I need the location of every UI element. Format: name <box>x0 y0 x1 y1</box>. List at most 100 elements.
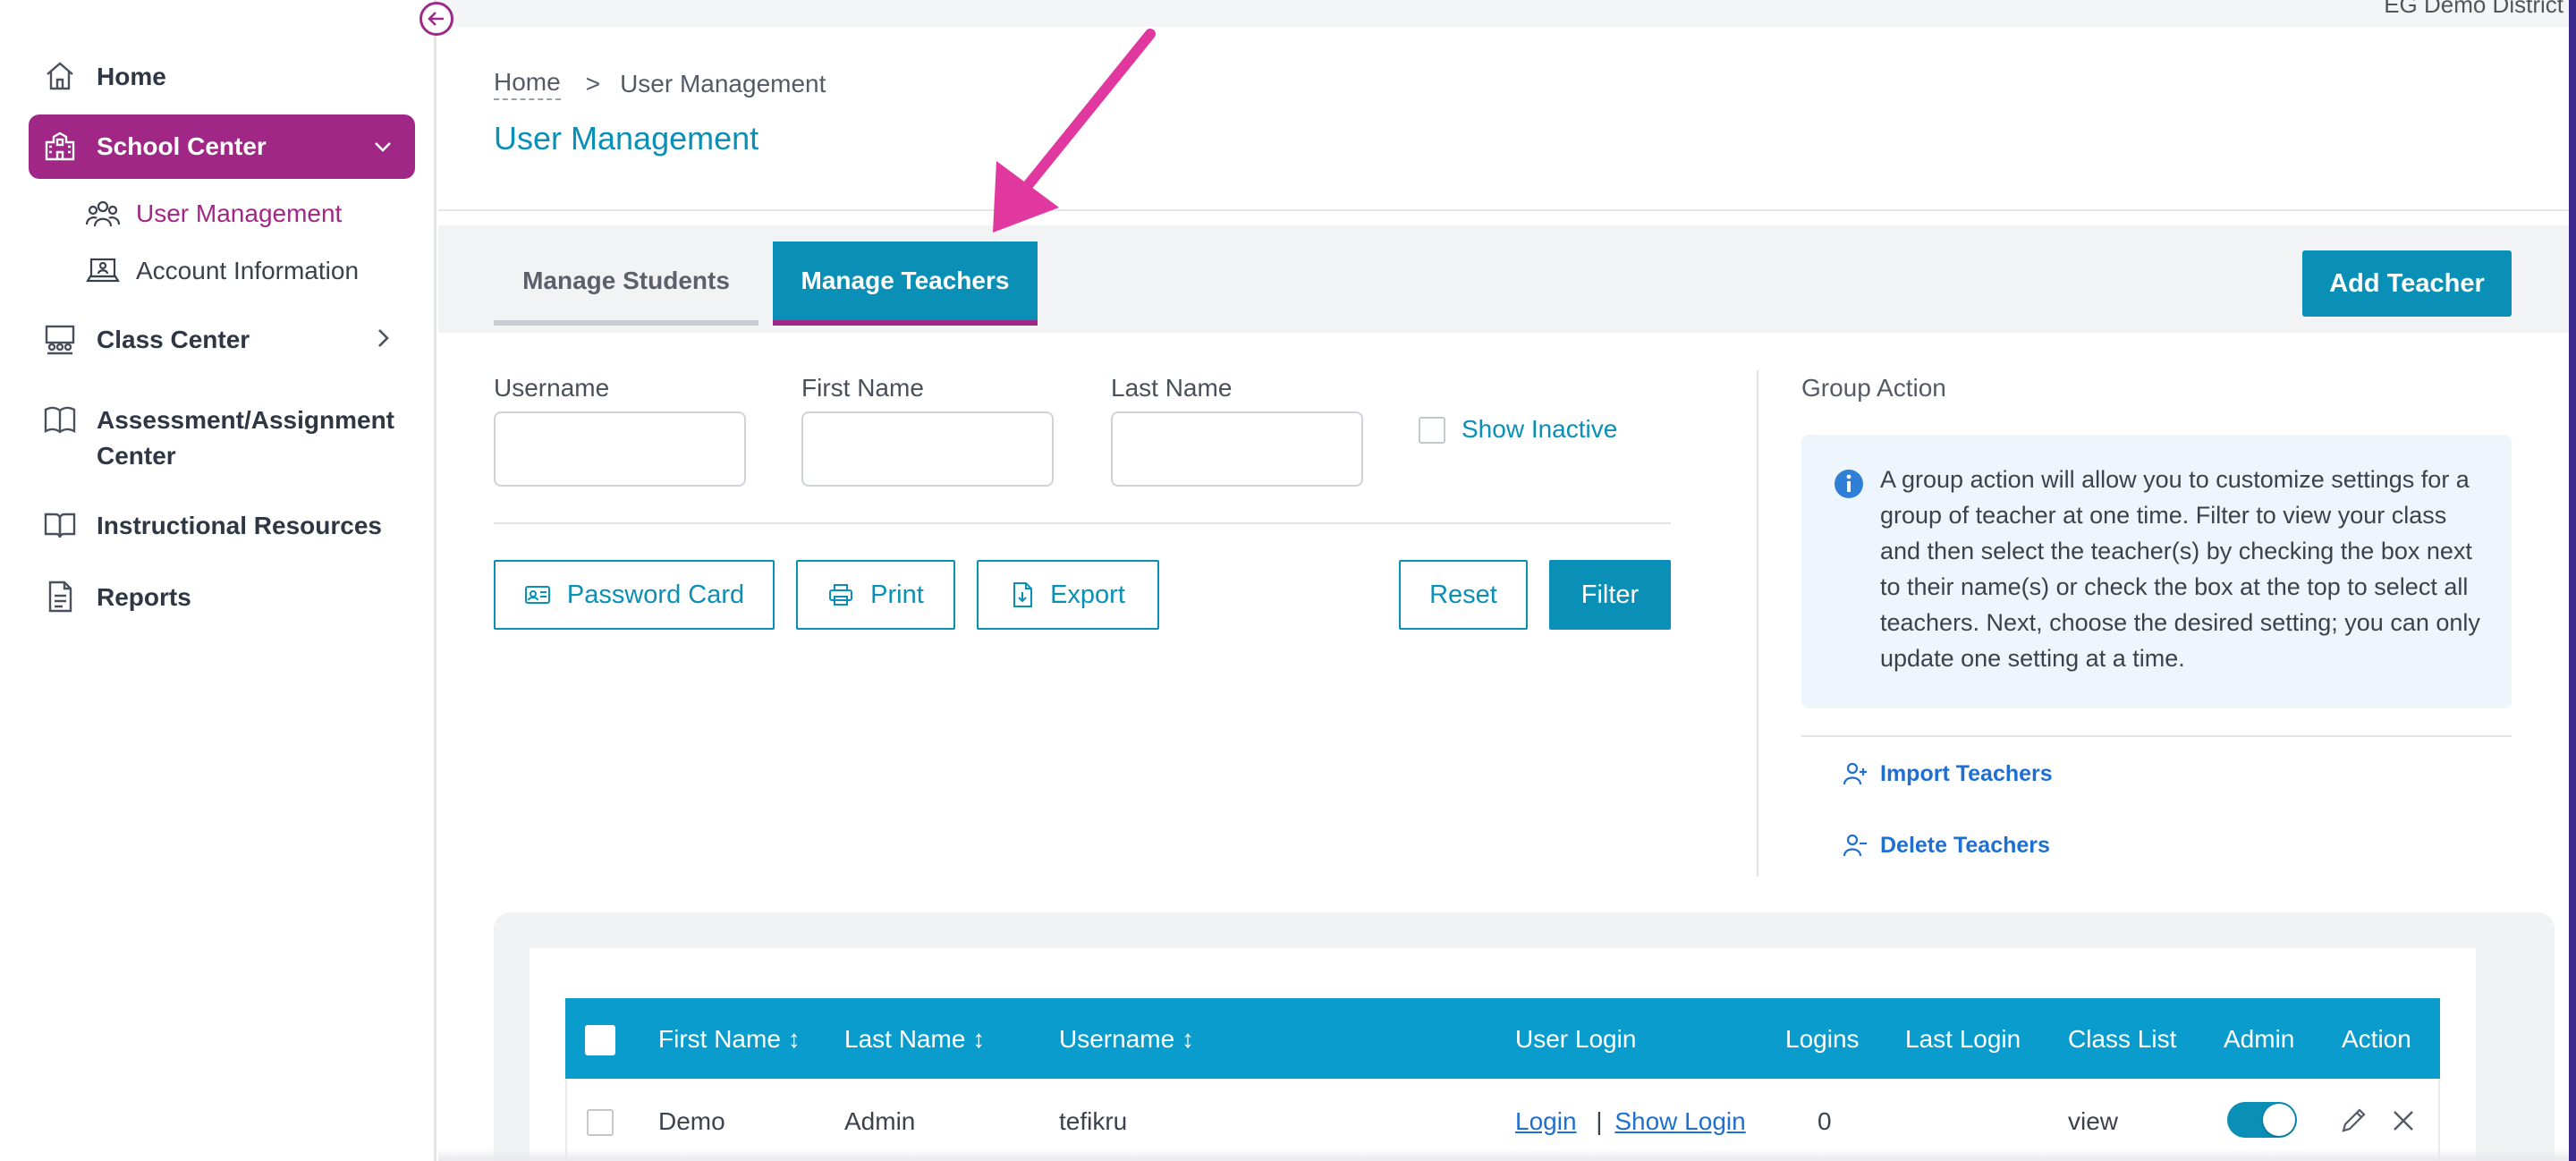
sidebar-item-label: School Center <box>97 132 267 160</box>
export-label: Export <box>1050 580 1125 609</box>
column-header-last-login: Last Login <box>1905 1025 2021 1053</box>
delete-teachers-link[interactable]: Delete Teachers <box>1843 832 2050 859</box>
school-icon <box>45 131 75 161</box>
breadcrumb-current: User Management <box>620 70 826 97</box>
app-window: EG Demo District Home School Center User… <box>0 0 2569 1161</box>
tab-manage-teachers[interactable]: Manage Teachers <box>773 242 1038 326</box>
password-card-label: Password Card <box>566 580 745 609</box>
open-book-icon <box>44 513 76 538</box>
column-header-user-login: User Login <box>1515 1025 1637 1053</box>
toggle-knob <box>2263 1104 2295 1136</box>
first-name-label: First Name <box>801 374 924 402</box>
sidebar-item-instructional-resources[interactable]: Instructional Resources <box>29 508 415 544</box>
breadcrumb-separator: > <box>585 70 601 97</box>
sidebar-subitem-user-management[interactable]: User Management <box>86 199 342 229</box>
username-label: Username <box>494 374 610 402</box>
group-action-info-box: A group action will allow you to customi… <box>1801 435 2512 708</box>
column-header-logins: Logins <box>1785 1025 1860 1053</box>
bottom-edge <box>438 1148 2569 1161</box>
filter-button[interactable]: Filter <box>1549 560 1671 630</box>
divider <box>438 209 2569 211</box>
sidebar-item-class-center[interactable]: Class Center <box>29 322 415 358</box>
reset-button[interactable]: Reset <box>1399 560 1528 630</box>
arrow-left-icon <box>428 12 444 26</box>
sidebar-subitem-account-information[interactable]: Account Information <box>86 256 359 286</box>
collapse-sidebar-button[interactable] <box>419 2 453 36</box>
divider <box>1801 735 2512 737</box>
page-title: User Management <box>494 120 759 157</box>
password-card-button[interactable]: Password Card <box>494 560 775 630</box>
delete-x-icon[interactable] <box>2390 1107 2417 1134</box>
user-minus-icon <box>1843 834 1867 857</box>
home-icon <box>47 62 73 90</box>
report-icon <box>48 580 72 613</box>
sidebar-item-label: Instructional Resources <box>97 512 382 539</box>
id-card-icon <box>524 586 550 604</box>
divider <box>1757 370 1758 877</box>
annotation-arrow-icon <box>993 29 1156 233</box>
column-header-class-list: Class List <box>2068 1025 2177 1053</box>
group-action-title: Group Action <box>1801 374 1946 402</box>
chevron-right-icon <box>378 329 389 347</box>
cell-first-name: Demo <box>658 1107 725 1135</box>
import-teachers-link[interactable]: Import Teachers <box>1843 760 2053 787</box>
top-bar: EG Demo District <box>438 0 2569 27</box>
admin-toggle[interactable] <box>2227 1102 2297 1138</box>
print-label: Print <box>870 580 924 609</box>
column-header-admin: Admin <box>2224 1025 2295 1053</box>
column-header-first-name[interactable]: First Name ↕ <box>658 1025 801 1054</box>
show-inactive-checkbox[interactable] <box>1419 417 1445 444</box>
printer-icon <box>829 584 853 606</box>
breadcrumb: Home > User Management <box>494 68 826 100</box>
cell-class-list-view-link[interactable]: view <box>2068 1107 2118 1136</box>
last-name-label: Last Name <box>1111 374 1233 402</box>
laptop-icon <box>86 258 120 283</box>
sidebar-item-label: Class Center <box>97 326 250 353</box>
last-name-input[interactable] <box>1111 411 1363 487</box>
show-login-link[interactable]: Show Login <box>1614 1107 1745 1135</box>
edit-pencil-icon[interactable] <box>2338 1106 2368 1136</box>
chevron-down-icon <box>375 142 391 152</box>
login-separator: | <box>1596 1107 1603 1135</box>
column-label: Last Name <box>844 1025 966 1053</box>
sidebar-subitem-label: User Management <box>136 199 343 227</box>
sidebar-item-label: Home <box>97 63 166 90</box>
sidebar-item-reports[interactable]: Reports <box>29 580 415 615</box>
sidebar-item-school-center[interactable]: School Center <box>29 114 415 179</box>
cell-username: tefikru <box>1059 1107 1128 1135</box>
info-icon <box>1835 470 1863 498</box>
sidebar-subitem-label: Account Information <box>136 257 360 284</box>
username-input[interactable] <box>494 411 746 487</box>
cell-logins: 0 <box>1818 1107 1832 1135</box>
first-name-input[interactable] <box>801 411 1054 487</box>
users-icon <box>86 200 120 227</box>
sidebar-item-label: Assessment/Assignment Center <box>97 403 394 474</box>
row-checkbox[interactable] <box>587 1109 614 1136</box>
print-button[interactable]: Print <box>796 560 955 630</box>
sort-icon: ↕ <box>787 1025 801 1053</box>
user-plus-icon <box>1843 762 1867 785</box>
select-all-checkbox[interactable] <box>585 1025 615 1055</box>
cell-user-login: Login | Show Login <box>1515 1107 1746 1136</box>
label-line-2: Center <box>97 442 176 470</box>
sidebar-item-assessment-center[interactable]: Assessment/Assignment Center <box>29 403 415 474</box>
sidebar-item-home[interactable]: Home <box>29 59 415 95</box>
sidebar-item-label: Reports <box>97 583 191 611</box>
column-header-last-name[interactable]: Last Name ↕ <box>844 1025 985 1054</box>
district-name: EG Demo District <box>2384 0 2563 18</box>
column-header-action: Action <box>2342 1025 2411 1053</box>
tab-manage-students[interactable]: Manage Students <box>494 242 758 326</box>
export-button[interactable]: Export <box>977 560 1159 630</box>
export-file-icon <box>1013 582 1033 607</box>
login-link[interactable]: Login <box>1515 1107 1577 1135</box>
breadcrumb-home-link[interactable]: Home <box>494 68 561 100</box>
add-teacher-button[interactable]: Add Teacher <box>2302 250 2512 317</box>
show-inactive-label[interactable]: Show Inactive <box>1462 415 1617 444</box>
book-icon <box>44 406 76 434</box>
column-header-username[interactable]: Username ↕ <box>1059 1025 1194 1054</box>
cell-last-name: Admin <box>844 1107 916 1135</box>
divider <box>494 522 1671 524</box>
classroom-icon <box>45 325 75 355</box>
import-teachers-label: Import Teachers <box>1880 760 2053 786</box>
sort-icon: ↕ <box>972 1025 986 1053</box>
